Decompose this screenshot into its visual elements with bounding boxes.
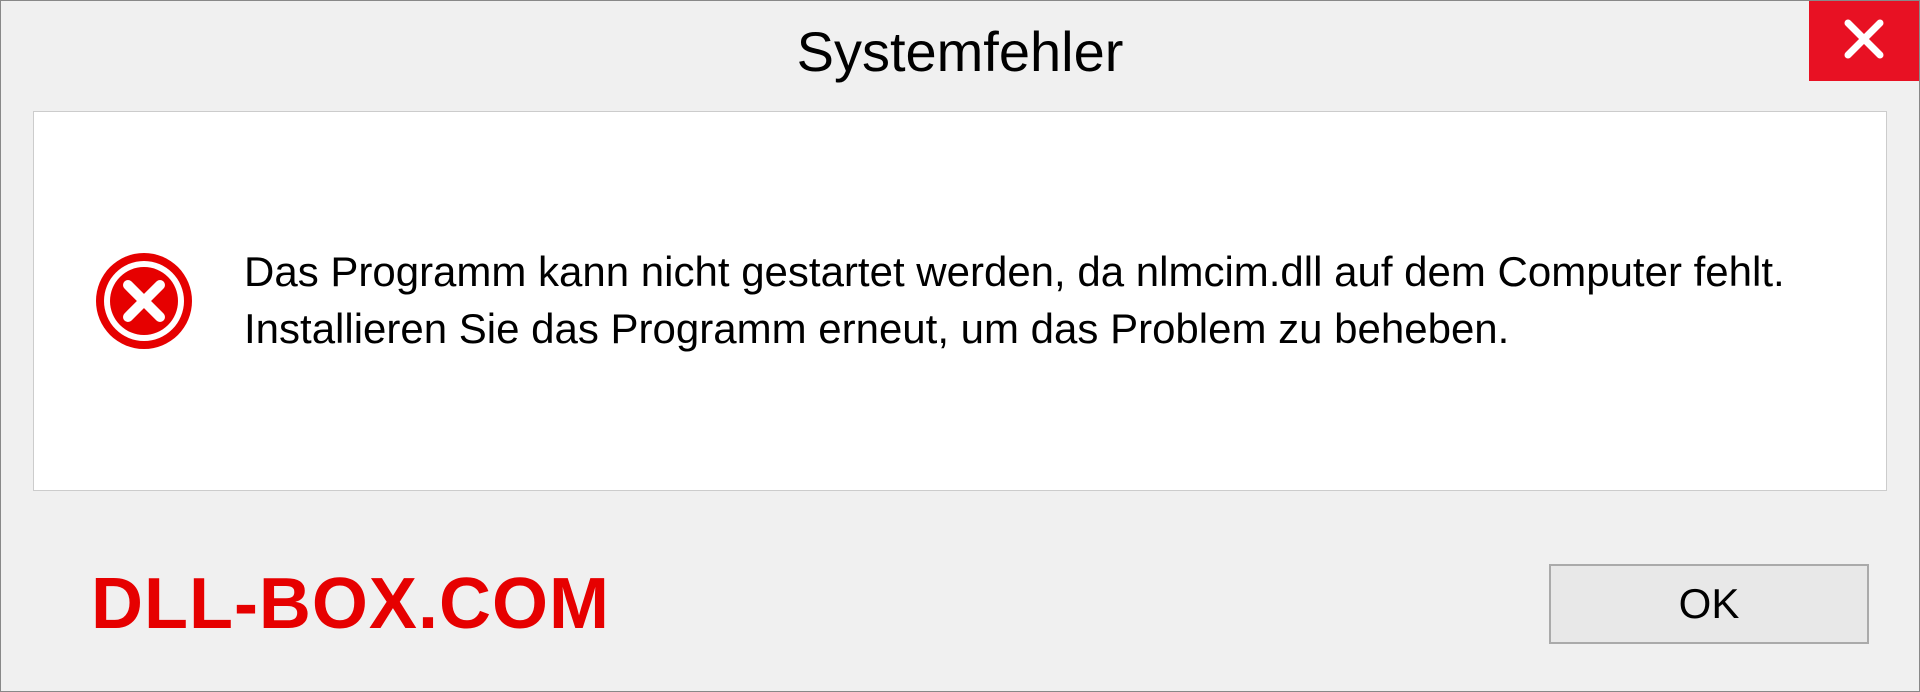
dialog-footer: DLL-BOX.COM OK [1, 516, 1919, 691]
titlebar: Systemfehler [1, 1, 1919, 101]
error-icon [94, 251, 194, 351]
close-button[interactable] [1809, 1, 1919, 81]
message-panel: Das Programm kann nicht gestartet werden… [33, 111, 1887, 491]
ok-button[interactable]: OK [1549, 564, 1869, 644]
close-icon [1842, 17, 1886, 66]
error-message: Das Programm kann nicht gestartet werden… [244, 244, 1826, 357]
dialog-title: Systemfehler [797, 19, 1124, 84]
watermark-text: DLL-BOX.COM [91, 563, 610, 645]
